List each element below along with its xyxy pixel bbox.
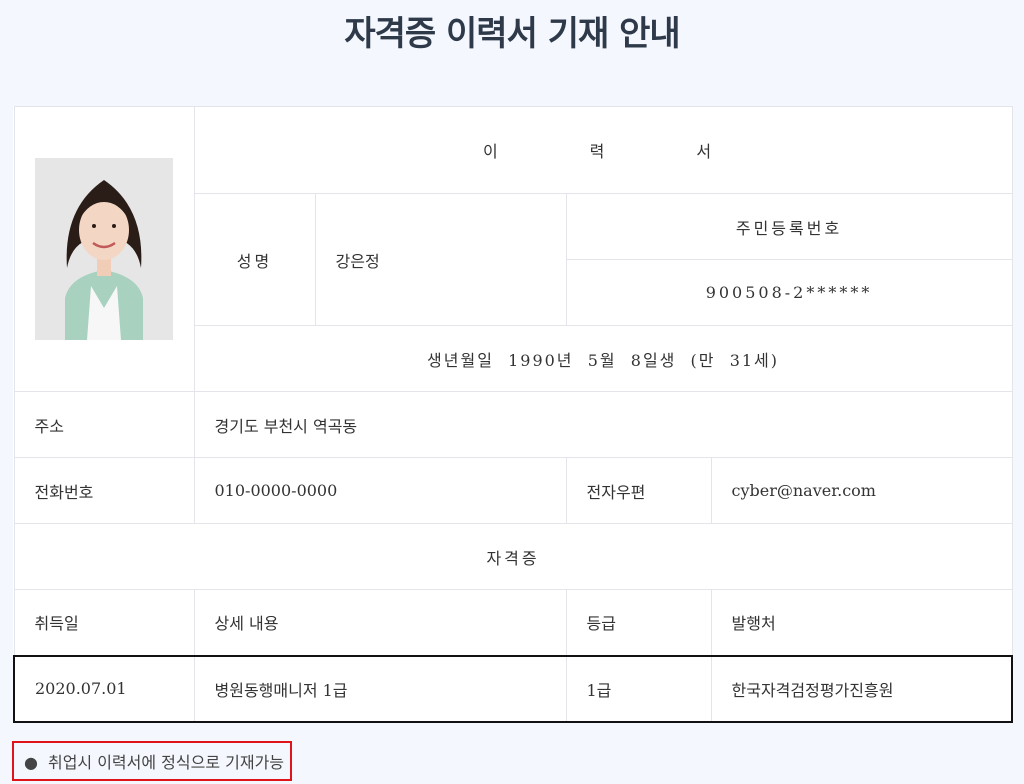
cert-header-grade: 등급 — [565, 589, 712, 656]
cert-issuer: 한국자격검정평가진흥원 — [710, 654, 1014, 723]
email-value: cyber@naver.com — [710, 457, 1013, 524]
note-box: ● 취업시 이력서에 정식으로 기재가능 — [12, 741, 293, 781]
name-label: 성명 — [193, 193, 316, 326]
profile-photo — [35, 158, 173, 340]
phone-label: 전화번호 — [13, 457, 195, 524]
cert-grade: 1급 — [565, 654, 712, 723]
note-text: 취업시 이력서에 정식으로 기재가능 — [47, 753, 285, 772]
cert-header-issuer: 발행처 — [710, 589, 1013, 656]
rrn-value: 900508-2****** — [565, 259, 1013, 326]
phone-value: 010-0000-0000 — [193, 457, 567, 524]
rrn-label: 주민등록번호 — [565, 193, 1013, 260]
bullet-icon: ● — [24, 753, 38, 772]
profile-photo-image — [35, 158, 173, 340]
resume-table: 이력서 성명 강은정 주민등록번호 900508-2****** 생년월일 19… — [13, 106, 1014, 723]
address-value: 경기도 부천시 역곡동 — [193, 391, 1013, 458]
cert-detail: 병원동행매니저 1급 — [193, 654, 567, 723]
page-title: 자격증 이력서 기재 안내 — [344, 14, 680, 54]
cert-section-label: 자격증 — [13, 523, 1013, 590]
table-row: 2020.07.01 병원동행매니저 1급 1급 한국자격검정평가진흥원 — [13, 654, 1014, 723]
birth-date: 생년월일 1990년 5월 8일생 (만 31세) — [193, 325, 1013, 392]
address-label: 주소 — [13, 391, 195, 458]
photo-cell — [13, 106, 195, 392]
email-label: 전자우편 — [565, 457, 712, 524]
cert-header-date: 취득일 — [13, 589, 195, 656]
resume-title: 이력서 — [193, 106, 1013, 194]
cert-header-detail: 상세 내용 — [193, 589, 567, 656]
name-value: 강은정 — [314, 193, 567, 326]
cert-date: 2020.07.01 — [13, 654, 195, 723]
